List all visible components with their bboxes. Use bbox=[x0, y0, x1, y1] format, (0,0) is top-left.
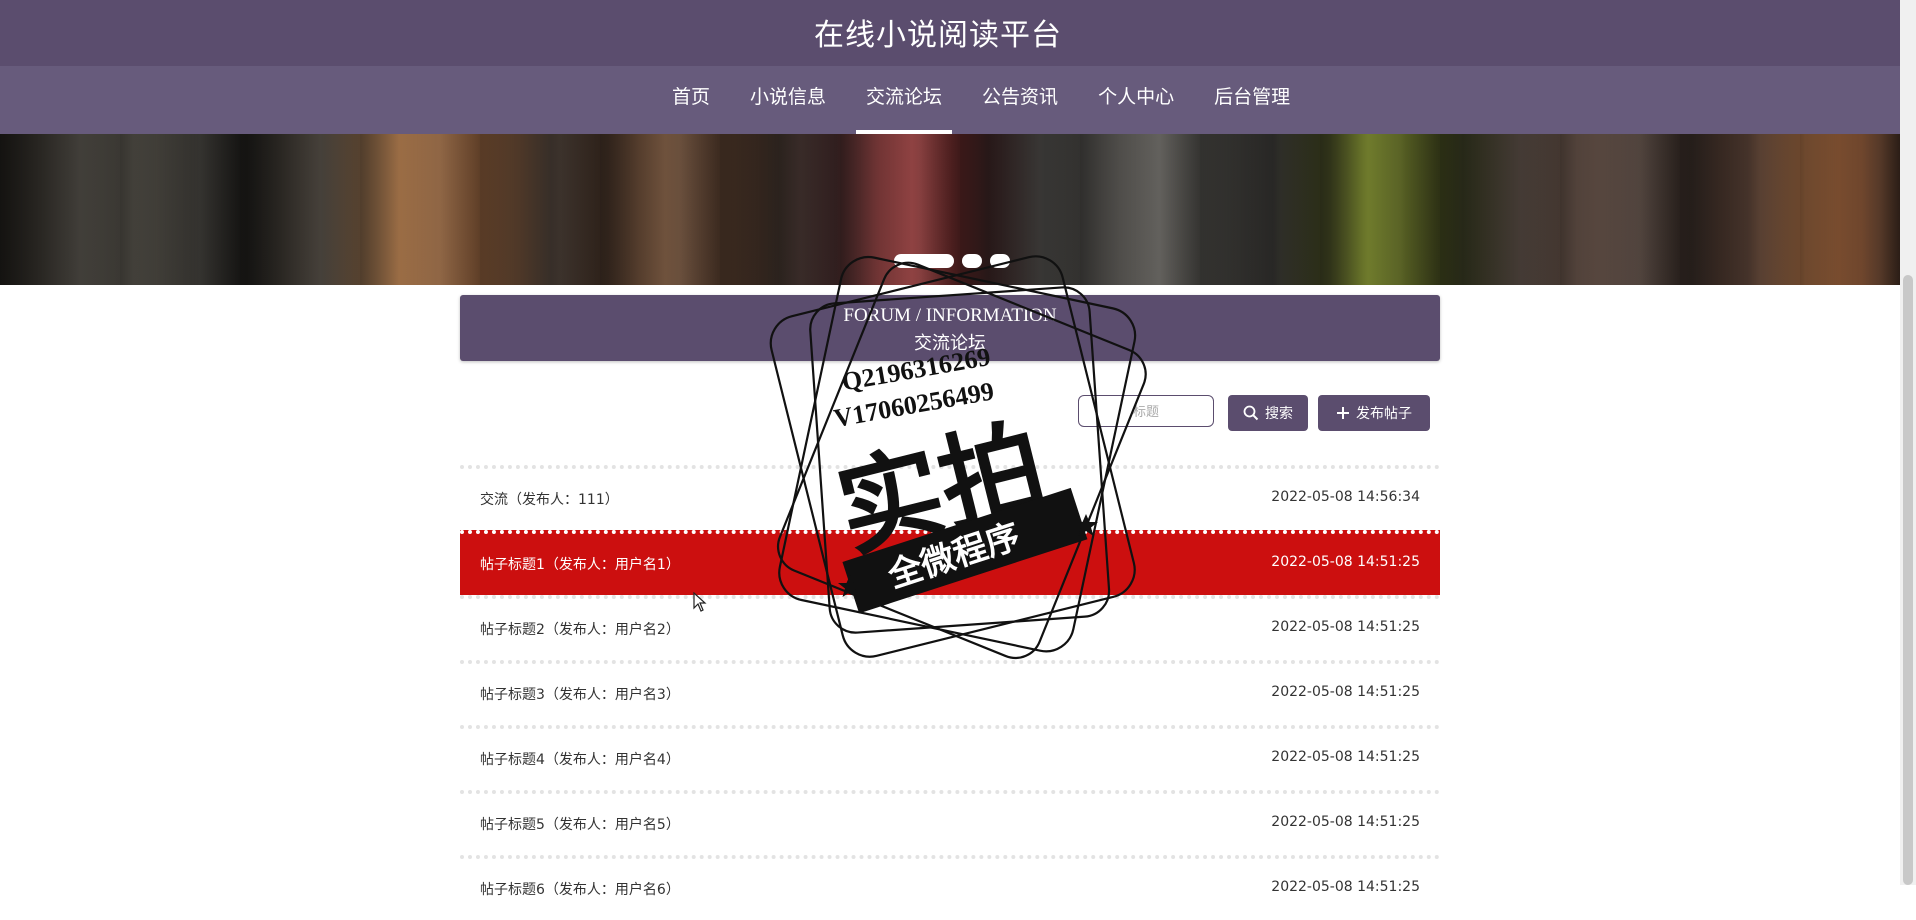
add-post-label: 发布帖子 bbox=[1356, 406, 1412, 422]
post-title: 帖子标题5（发布人：用户名5） bbox=[480, 817, 680, 833]
post-title: 帖子标题4（发布人：用户名4） bbox=[480, 752, 680, 768]
post-time: 2022-05-08 14:56:34 bbox=[1271, 489, 1420, 505]
page-scrollbar[interactable] bbox=[1900, 0, 1916, 885]
nav-item-home[interactable]: 首页 bbox=[662, 66, 720, 134]
post-row-highlighted[interactable]: 帖子标题1（发布人：用户名1） 2022-05-08 14:51:25 bbox=[460, 530, 1440, 595]
watermark-contact-wechat: V17060256499 bbox=[832, 376, 996, 433]
carousel-indicators bbox=[894, 254, 1010, 268]
post-time: 2022-05-08 14:51:25 bbox=[1271, 879, 1420, 895]
post-time: 2022-05-08 14:51:25 bbox=[1271, 554, 1420, 570]
post-time: 2022-05-08 14:51:25 bbox=[1271, 684, 1420, 700]
carousel-dot-3[interactable] bbox=[990, 254, 1010, 268]
main-nav: 首页 小说信息 交流论坛 公告资讯 个人中心 后台管理 bbox=[0, 66, 1900, 134]
plus-icon bbox=[1336, 406, 1350, 420]
post-row[interactable]: 帖子标题4（发布人：用户名4） 2022-05-08 14:51:25 bbox=[460, 725, 1440, 790]
nav-item-forum[interactable]: 交流论坛 bbox=[856, 66, 953, 134]
post-row[interactable]: 帖子标题5（发布人：用户名5） 2022-05-08 14:51:25 bbox=[460, 790, 1440, 855]
forum-title-cn: 交流论坛 bbox=[914, 333, 986, 353]
post-time: 2022-05-08 14:51:25 bbox=[1271, 749, 1420, 765]
scrollbar-thumb[interactable] bbox=[1903, 275, 1913, 885]
search-input[interactable] bbox=[1078, 395, 1214, 427]
post-row[interactable]: 帖子标题6（发布人：用户名6） 2022-05-08 14:51:25 bbox=[460, 855, 1440, 920]
banner-carousel bbox=[0, 134, 1900, 285]
nav-item-admin[interactable]: 后台管理 bbox=[1204, 66, 1300, 134]
post-title: 帖子标题3（发布人：用户名3） bbox=[480, 687, 680, 703]
forum-heading: FORUM / INFORMATION 交流论坛 bbox=[460, 295, 1440, 361]
forum-title-en: FORUM / INFORMATION bbox=[843, 305, 1057, 326]
post-title: 交流（发布人：111） bbox=[480, 492, 619, 508]
search-icon bbox=[1243, 405, 1259, 421]
post-time: 2022-05-08 14:51:25 bbox=[1271, 619, 1420, 635]
nav-list: 首页 小说信息 交流论坛 公告资讯 个人中心 后台管理 bbox=[652, 66, 1310, 134]
nav-item-news[interactable]: 公告资讯 bbox=[972, 66, 1068, 134]
post-list: 交流（发布人：111） 2022-05-08 14:56:34 帖子标题1（发布… bbox=[460, 465, 1440, 920]
nav-item-novels[interactable]: 小说信息 bbox=[740, 66, 836, 134]
post-title: 帖子标题2（发布人：用户名2） bbox=[480, 622, 680, 638]
site-title: 在线小说阅读平台 bbox=[814, 18, 1062, 53]
search-button-label: 搜索 bbox=[1265, 406, 1293, 422]
add-post-button[interactable]: 发布帖子 bbox=[1318, 395, 1430, 431]
site-header: 在线小说阅读平台 bbox=[0, 0, 1900, 66]
post-row[interactable]: 交流（发布人：111） 2022-05-08 14:56:34 bbox=[460, 465, 1440, 530]
post-time: 2022-05-08 14:51:25 bbox=[1271, 814, 1420, 830]
search-button[interactable]: 搜索 bbox=[1228, 395, 1308, 431]
carousel-dot-1[interactable] bbox=[894, 254, 954, 268]
nav-item-profile[interactable]: 个人中心 bbox=[1088, 66, 1184, 134]
post-title: 帖子标题1（发布人：用户名1） bbox=[480, 557, 680, 573]
post-row[interactable]: 帖子标题2（发布人：用户名2） 2022-05-08 14:51:25 bbox=[460, 595, 1440, 660]
carousel-dot-2[interactable] bbox=[962, 254, 982, 268]
post-title: 帖子标题6（发布人：用户名6） bbox=[480, 882, 680, 898]
post-row[interactable]: 帖子标题3（发布人：用户名3） 2022-05-08 14:51:25 bbox=[460, 660, 1440, 725]
